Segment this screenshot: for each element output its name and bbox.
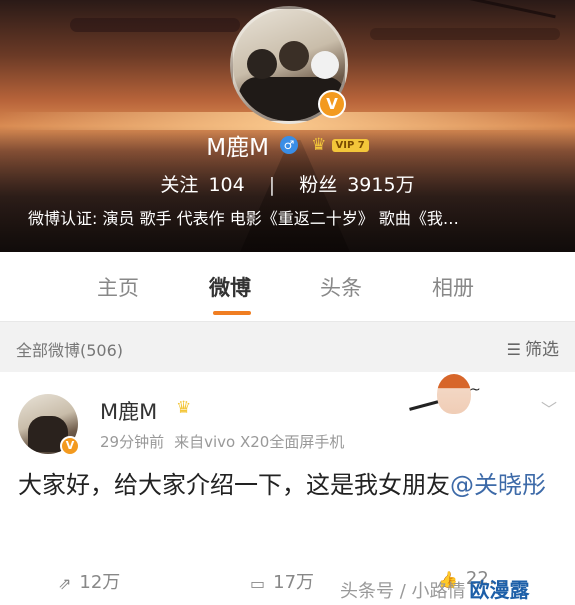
post-count-label: 全部微博(506) [16,341,124,360]
repost-icon: ⇗ [58,573,72,593]
tab-home[interactable]: 主页 [97,272,139,302]
profile-tabs: 主页 微博 头条 相册 [0,252,575,322]
post-meta: 29分钟前 来自vivo X20全面屏手机 [100,431,344,452]
comment-icon: ▭ [250,573,266,593]
watermark: 头条号 / 小路情 欧漫露 [340,574,530,603]
filter-label: 筛选 [525,340,559,360]
follow-stats: 关注 104 | 粉丝 3915万 [0,170,575,197]
tab-headlines[interactable]: 头条 [320,272,362,302]
tab-active-indicator [213,311,251,315]
post-card[interactable]: V M鹿M ♛ 29分钟前 来自vivo X20全面屏手机 ~ ﹀ 大家好，给大家… [0,372,575,605]
post-text-main: 大家好，给大家介绍一下，这是我女朋友 [18,471,450,499]
post-author[interactable]: M鹿M [100,396,157,426]
tab-weibo[interactable]: 微博 [209,272,251,302]
followers-label: 粉丝 [299,174,338,196]
avatar-person [311,51,339,79]
avatar-person [279,41,309,71]
profile-name-row: M鹿M ♂ ♛ VIP 7 [0,128,575,162]
sticker-signature: ~ [469,382,481,398]
sticker-face [437,374,471,414]
tab-album[interactable]: 相册 [432,272,474,302]
crown-icon: ♛ [311,135,327,155]
followers-link[interactable]: 粉丝 3915万 [299,174,414,196]
post-text: 大家好，给大家介绍一下，这是我女朋友@关晓彤 [18,468,558,502]
profile-banner: V M鹿M ♂ ♛ VIP 7 关注 104 | 粉丝 3915万 微博认证: 演员… [0,0,575,252]
following-link[interactable]: 关注 104 [160,174,250,196]
filter-button[interactable]: ☰ 筛选 [507,335,559,360]
followers-count: 3915万 [347,174,415,196]
verified-badge-icon: V [318,90,346,118]
post-sticker-decoration: ~ [405,374,500,422]
post-source: 来自vivo X20全面屏手机 [174,433,345,451]
stats-divider: | [268,174,276,196]
bridge-shape [404,0,556,84]
verified-badge-icon: V [60,436,80,456]
vip-badge[interactable]: VIP 7 [331,138,369,152]
watermark-text: 头条号 / 小路情 [340,581,466,602]
filter-icon: ☰ [506,340,521,359]
repost-button[interactable]: ⇗ 12万 [58,568,120,594]
post-mention-link[interactable]: @关晓彤 [450,471,546,499]
comment-count: 17万 [273,572,315,593]
watermark-brand: 欧漫露 [469,578,530,602]
verification-text: 微博认证: 演员 歌手 代表作 电影《重返二十岁》 歌曲《我… [28,209,459,228]
avatar-person [247,49,277,79]
repost-count: 12万 [79,572,121,593]
filter-bar: 全部微博(506) ☰ 筛选 [0,322,575,372]
crown-icon: ♛ [176,398,192,418]
male-icon: ♂ [280,136,299,154]
cloud-shape [70,18,240,32]
comment-button[interactable]: ▭ 17万 [250,568,314,594]
profile-name: M鹿M [206,135,269,161]
chevron-down-icon[interactable]: ﹀ [541,396,557,420]
post-time: 29分钟前 [100,433,165,451]
following-label: 关注 [160,174,199,196]
sticker-stroke [409,400,439,411]
following-count: 104 [208,174,245,196]
